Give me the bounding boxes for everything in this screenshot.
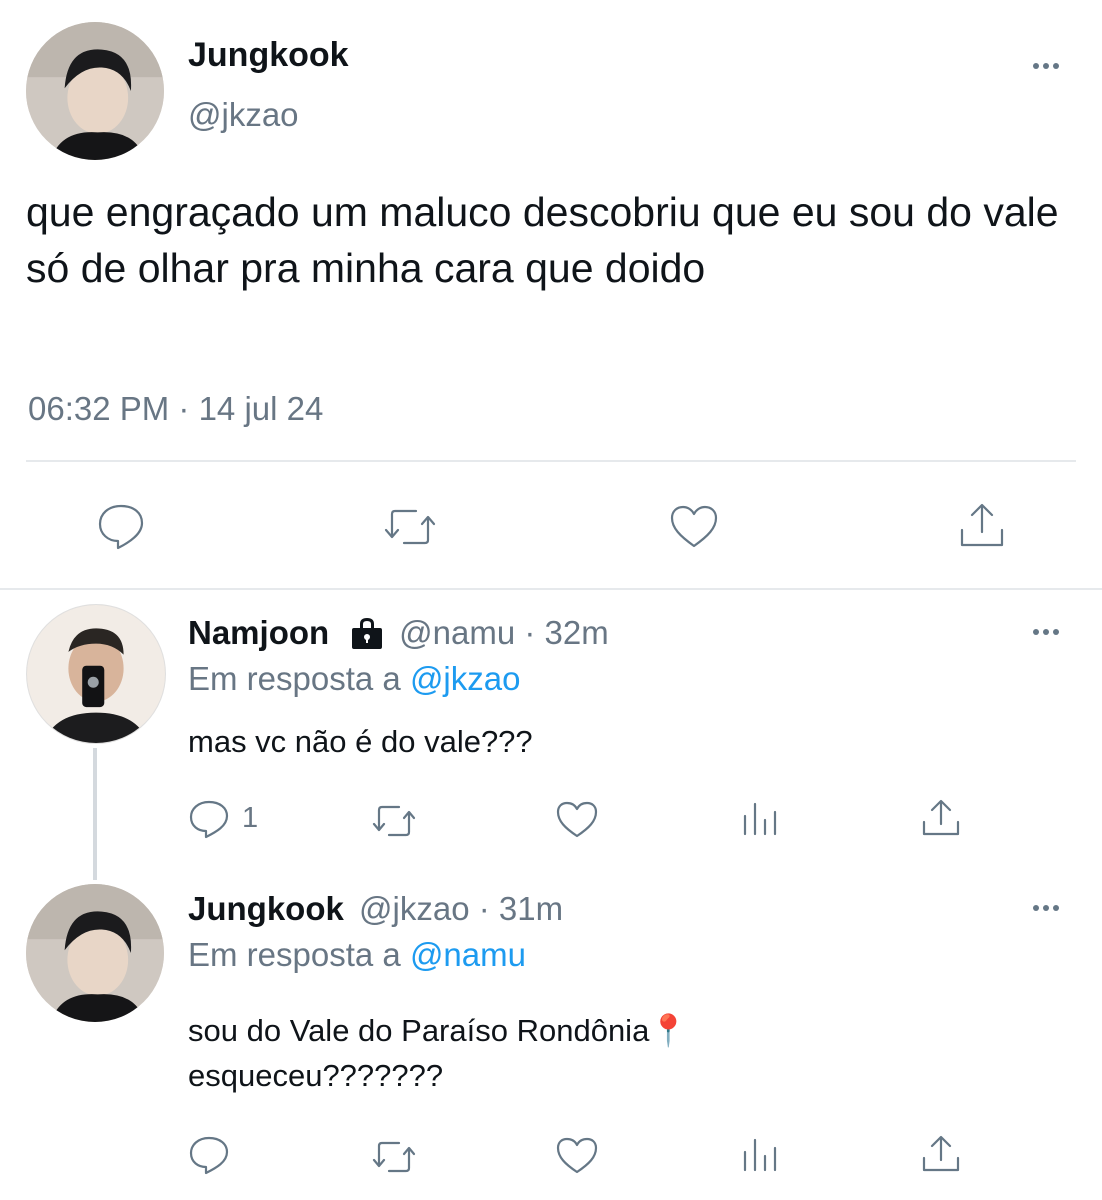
replying-to-link[interactable]: @jkzao bbox=[410, 660, 521, 697]
reply-text: mas vc não é do vale??? bbox=[188, 724, 533, 759]
retweet-icon[interactable] bbox=[370, 803, 418, 839]
reply-icon[interactable] bbox=[96, 502, 146, 550]
avatar-namjoon[interactable] bbox=[26, 604, 166, 744]
reply-icon[interactable] bbox=[188, 1135, 230, 1175]
author-name[interactable]: Namjoon bbox=[188, 614, 329, 652]
views-icon[interactable] bbox=[740, 800, 780, 838]
retweet-icon[interactable] bbox=[382, 506, 438, 548]
thread-line bbox=[93, 748, 97, 880]
avatar-jungkook[interactable] bbox=[26, 22, 164, 160]
reply-meta: @jkzao · 31m bbox=[359, 890, 564, 927]
avatar-jungkook[interactable] bbox=[26, 884, 164, 1022]
replying-to-label: Em resposta a bbox=[188, 660, 401, 697]
replying-to-label: Em resposta a bbox=[188, 936, 401, 973]
reply-header: Jungkook @jkzao · 31m bbox=[188, 890, 563, 928]
retweet-icon[interactable] bbox=[370, 1139, 418, 1175]
reply-text-line-1: sou do Vale do Paraíso Rondônia📍 bbox=[188, 1013, 688, 1048]
reply-header: Namjoon @namu · 32m bbox=[188, 614, 609, 652]
author-name[interactable]: Jungkook bbox=[188, 890, 344, 927]
like-icon[interactable] bbox=[668, 504, 720, 550]
divider bbox=[26, 460, 1076, 462]
tweet-text: que engraçado um maluco descobriu que eu… bbox=[26, 189, 1059, 291]
author-handle[interactable]: @jkzao bbox=[188, 96, 299, 134]
like-icon[interactable] bbox=[555, 800, 599, 840]
views-icon[interactable] bbox=[740, 1136, 780, 1174]
tweet-timestamp: 06:32 PM · 14 jul 24 bbox=[28, 390, 324, 427]
replying-to: Em resposta a @jkzao bbox=[188, 660, 520, 698]
like-icon[interactable] bbox=[555, 1136, 599, 1176]
share-icon[interactable] bbox=[920, 798, 962, 838]
reply-meta: @namu · 32m bbox=[399, 614, 609, 651]
share-icon[interactable] bbox=[920, 1134, 962, 1174]
reply-icon[interactable] bbox=[188, 799, 230, 839]
share-icon[interactable] bbox=[958, 502, 1006, 550]
reply-count: 1 bbox=[242, 802, 259, 834]
replying-to-link[interactable]: @namu bbox=[410, 936, 526, 973]
more-icon[interactable] bbox=[1026, 56, 1066, 76]
reply-text-line-2: esqueceu??????? bbox=[188, 1058, 444, 1093]
more-icon[interactable] bbox=[1026, 622, 1066, 642]
more-icon[interactable] bbox=[1026, 898, 1066, 918]
divider bbox=[0, 588, 1102, 590]
replying-to: Em resposta a @namu bbox=[188, 936, 526, 974]
author-name[interactable]: Jungkook bbox=[188, 36, 349, 75]
lock-icon bbox=[349, 616, 385, 650]
